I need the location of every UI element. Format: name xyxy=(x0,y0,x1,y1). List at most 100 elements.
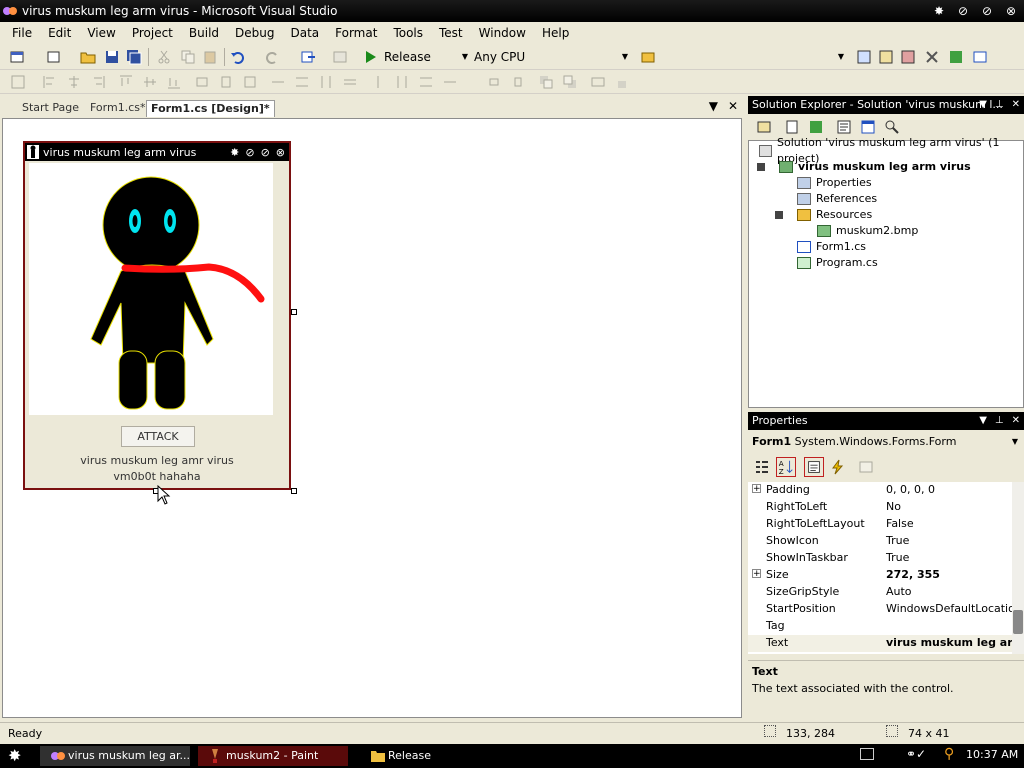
tree-muskum-bmp[interactable]: muskum2.bmp xyxy=(817,223,918,239)
property-row-righttoleft[interactable]: RightToLeft No xyxy=(748,499,1014,516)
center-vertically-icon[interactable] xyxy=(510,74,526,90)
menu-project[interactable]: Project xyxy=(124,23,181,43)
property-grid-scrollbar[interactable] xyxy=(1012,482,1024,654)
send-to-back-icon[interactable] xyxy=(562,74,578,90)
align-rights-icon[interactable] xyxy=(90,74,106,90)
close-pane-icon[interactable]: ✕ xyxy=(1012,96,1020,114)
property-row-startposition[interactable]: StartPosition WindowsDefaultLocation xyxy=(748,601,1022,618)
expand-icon[interactable]: + xyxy=(752,484,761,494)
properties-view-icon[interactable] xyxy=(804,457,824,477)
open-folder-icon[interactable] xyxy=(80,49,96,65)
property-pages-icon[interactable] xyxy=(858,459,874,475)
cut-icon[interactable] xyxy=(156,49,172,65)
events-lightning-icon[interactable] xyxy=(830,459,846,475)
show-all-files-icon[interactable] xyxy=(784,119,800,135)
task-visual-studio[interactable]: virus muskum leg ar... xyxy=(40,746,190,766)
solution-platform-dropdown[interactable]: Any CPU ▼ xyxy=(470,48,630,66)
object-selector[interactable]: Form1 System.Windows.Forms.Form ▼ xyxy=(748,432,1024,452)
tree-project[interactable]: virus muskum leg arm virus xyxy=(779,159,971,175)
property-row-size[interactable]: + Size 272, 355 xyxy=(748,567,1014,584)
tree-program[interactable]: Program.cs xyxy=(797,255,878,271)
task-release-folder[interactable]: Release xyxy=(360,746,510,766)
form-designer[interactable]: virus muskum leg arm virus ✸ ⊘ ⊘ ⊗ ATTAC… xyxy=(2,118,742,718)
start-star-icon[interactable]: ✸ xyxy=(8,746,21,765)
copy-icon[interactable] xyxy=(180,49,196,65)
menu-debug[interactable]: Debug xyxy=(227,23,282,43)
add-item-icon[interactable] xyxy=(46,49,62,65)
menu-test[interactable]: Test xyxy=(431,23,471,43)
tray-icons[interactable]: ⚭✓ xyxy=(906,747,926,761)
expand-icon[interactable]: + xyxy=(752,569,761,579)
property-row-tag[interactable]: Tag xyxy=(748,618,1014,635)
tree-properties[interactable]: Properties xyxy=(797,175,872,191)
refresh-icon[interactable] xyxy=(808,119,824,135)
start-page-icon[interactable] xyxy=(948,49,964,65)
menu-edit[interactable]: Edit xyxy=(40,23,79,43)
resize-handle-corner[interactable] xyxy=(291,488,297,494)
vertical-spacing-icon[interactable] xyxy=(370,74,386,90)
solution-config-dropdown[interactable]: Release ▼ xyxy=(380,48,470,66)
toolbox-icon[interactable] xyxy=(924,49,940,65)
align-lefts-icon[interactable] xyxy=(42,74,58,90)
property-row-showicon[interactable]: ShowIcon True xyxy=(748,533,1014,550)
start-debug-icon[interactable] xyxy=(362,49,378,65)
close-button[interactable]: ⊗ xyxy=(1002,2,1020,20)
align-to-grid-icon[interactable] xyxy=(10,74,26,90)
undo-icon[interactable] xyxy=(230,49,246,65)
close-pane-icon[interactable]: ✕ xyxy=(1012,412,1020,430)
increase-spacing-icon[interactable] xyxy=(294,74,310,90)
menu-data[interactable]: Data xyxy=(282,23,327,43)
decrease-spacing-icon[interactable] xyxy=(318,74,334,90)
close-document-icon[interactable]: ✕ xyxy=(728,99,738,113)
save-all-icon[interactable] xyxy=(126,49,142,65)
menu-file[interactable]: File xyxy=(4,23,40,43)
tree-form1[interactable]: Form1.cs xyxy=(797,239,866,255)
property-row-text[interactable]: Text virus muskum leg arm xyxy=(748,635,1024,652)
task-paint[interactable]: muskum2 - Paint xyxy=(198,746,348,766)
attack-button[interactable]: ATTACK xyxy=(121,426,195,447)
make-same-width-icon[interactable] xyxy=(194,74,210,90)
class-diagram-icon[interactable] xyxy=(884,119,900,135)
align-bottoms-icon[interactable] xyxy=(166,74,182,90)
align-middles-icon[interactable] xyxy=(142,74,158,90)
property-row-padding[interactable]: + Padding 0, 0, 0, 0 xyxy=(748,482,1014,499)
form1-preview[interactable]: virus muskum leg arm virus ✸ ⊘ ⊘ ⊗ ATTAC… xyxy=(23,141,291,490)
property-row-righttoleftlayout[interactable]: RightToLeftLayout False xyxy=(748,516,1014,533)
increase-vertical-spacing-icon[interactable] xyxy=(394,74,410,90)
tab-start-page[interactable]: Start Page xyxy=(18,100,83,117)
view-designer-icon[interactable] xyxy=(860,119,876,135)
minimize-button[interactable]: ⊘ xyxy=(954,2,972,20)
categorized-icon[interactable] xyxy=(754,459,770,475)
tree-resources[interactable]: Resources xyxy=(797,207,872,223)
new-project-icon[interactable] xyxy=(10,49,26,65)
paste-icon[interactable] xyxy=(202,49,218,65)
navigate-forward-icon[interactable] xyxy=(332,49,348,65)
menu-view[interactable]: View xyxy=(79,23,123,43)
menu-tools[interactable]: Tools xyxy=(385,23,431,43)
keyboard-icon[interactable] xyxy=(860,748,874,760)
decrease-vertical-spacing-icon[interactable] xyxy=(418,74,434,90)
star-icon[interactable]: ✸ xyxy=(930,2,948,20)
properties-window-icon[interactable] xyxy=(878,49,894,65)
tab-form1-code[interactable]: Form1.cs* xyxy=(86,100,149,117)
auto-hide-pin-icon[interactable]: ⊥ xyxy=(995,96,1004,114)
tab-order-icon[interactable] xyxy=(590,74,606,90)
find-combo[interactable]: ▼ xyxy=(660,48,846,66)
make-same-height-icon[interactable] xyxy=(218,74,234,90)
active-files-dropdown-icon[interactable]: ▼ xyxy=(709,99,718,113)
auto-hide-pin-icon[interactable]: ⊥ xyxy=(995,412,1004,430)
alphabetical-icon[interactable]: AZ xyxy=(776,457,796,477)
menu-window[interactable]: Window xyxy=(471,23,534,43)
tree-solution[interactable]: Solution 'virus muskum leg arm virus' (1… xyxy=(759,136,1023,165)
collapse-project-toggle[interactable] xyxy=(757,163,765,171)
other-windows-icon[interactable] xyxy=(972,49,988,65)
center-horizontally-icon[interactable] xyxy=(486,74,502,90)
navigate-icon[interactable] xyxy=(300,49,316,65)
horizontal-spacing-icon[interactable] xyxy=(270,74,286,90)
remove-spacing-icon[interactable] xyxy=(342,74,358,90)
remove-vertical-spacing-icon[interactable] xyxy=(442,74,458,90)
solution-explorer-icon[interactable] xyxy=(856,49,872,65)
search-icon[interactable]: ⚲ xyxy=(944,746,954,762)
menu-format[interactable]: Format xyxy=(327,23,385,43)
scrollbar-thumb[interactable] xyxy=(1013,610,1023,634)
